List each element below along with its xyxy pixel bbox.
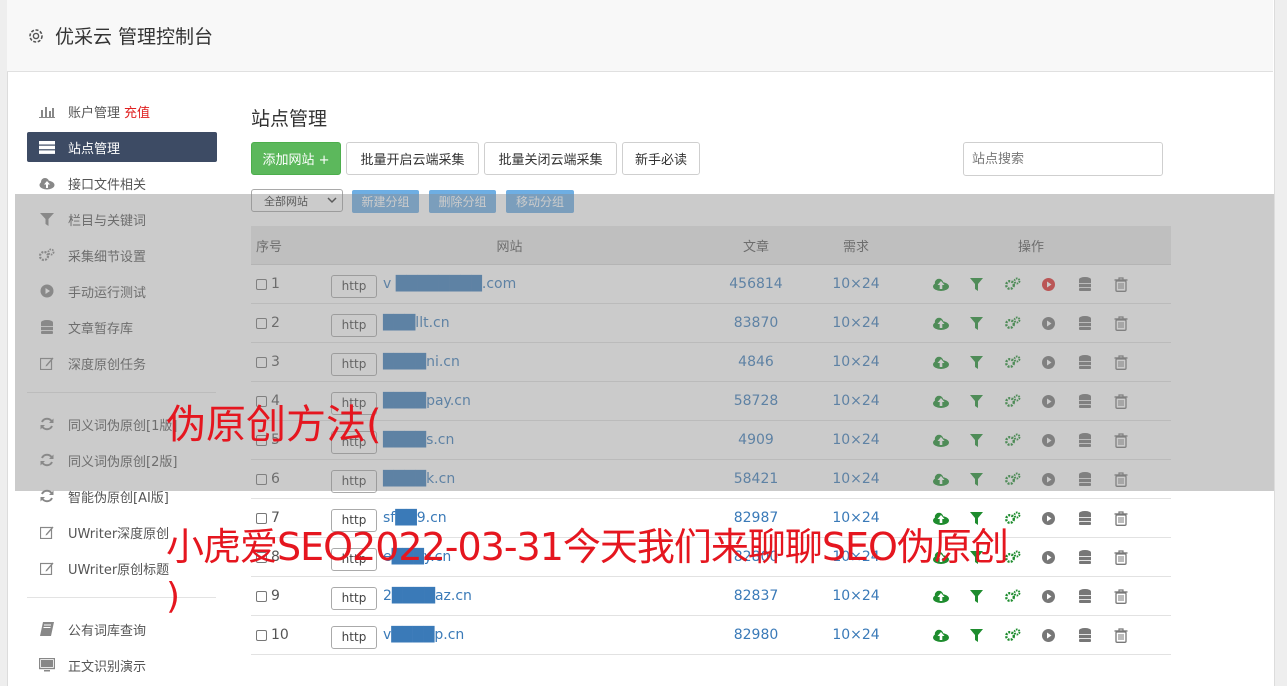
cloud-upload-icon <box>38 176 55 190</box>
sidebar-item-label: UWriter原创标题 <box>68 562 170 578</box>
database-icon[interactable] <box>1075 587 1094 606</box>
row-checkbox[interactable] <box>256 629 267 641</box>
overlay-caption-line2: 小虎爱SEO2022-03-31今天我们来聊聊SEO伪原创 <box>166 525 1009 569</box>
ops-cell <box>896 587 1166 606</box>
top-bar: 优采云 管理控制台 <box>7 0 1273 72</box>
database-icon[interactable] <box>1075 548 1094 567</box>
database-icon[interactable] <box>1075 509 1094 528</box>
site-cell: http v████p.cn <box>323 622 696 649</box>
site-domain[interactable]: 2████az.cn <box>383 588 472 604</box>
table-row: 9 http 2████az.cn 82837 10×24 <box>251 577 1171 616</box>
sidebar-item-sites[interactable]: 站点管理 <box>27 132 217 162</box>
database-icon[interactable] <box>1075 626 1094 645</box>
sidebar-item-label: 正文识别演示 <box>68 659 147 675</box>
sidebar-divider <box>27 597 216 598</box>
demand-value[interactable]: 10×24 <box>816 588 896 604</box>
trash-icon[interactable] <box>1111 587 1130 606</box>
overlay-caption-line3: ) <box>166 576 181 617</box>
site-domain[interactable]: v████p.cn <box>383 627 464 643</box>
play-icon[interactable] <box>1039 626 1058 645</box>
sidebar-item-label: 接口文件相关 <box>68 177 147 193</box>
table-row: 10 http v████p.cn 82980 10×24 <box>251 616 1171 655</box>
article-count[interactable]: 82980 <box>696 627 816 643</box>
server-icon <box>38 140 55 154</box>
sidebar-item-text-recognition[interactable]: 正文识别演示 <box>27 650 217 680</box>
gear-icon <box>27 27 45 45</box>
demand-value[interactable]: 10×24 <box>816 627 896 643</box>
site-search-input[interactable] <box>963 142 1163 176</box>
edit-icon <box>38 525 55 539</box>
play-icon[interactable] <box>1039 587 1058 606</box>
protocol-badge[interactable]: http <box>331 625 377 649</box>
add-site-button[interactable]: 添加网站 + <box>251 142 341 175</box>
cogs-icon[interactable] <box>1003 587 1022 606</box>
filter-icon[interactable] <box>967 587 986 606</box>
batch-open-cloud-button[interactable]: 批量开启云端采集 <box>346 142 479 175</box>
edit-icon <box>38 561 55 575</box>
play-icon[interactable] <box>1039 509 1058 528</box>
protocol-badge[interactable]: http <box>331 586 377 610</box>
newbie-guide-button[interactable]: 新手必读 <box>622 142 700 175</box>
page-title: 站点管理 <box>251 108 328 130</box>
row-number-cell: 9 <box>251 588 323 604</box>
cogs-icon[interactable] <box>1003 626 1022 645</box>
sidebar-item-label: 账户管理 <box>68 105 121 121</box>
overlay-caption-line1: 伪原创方法( <box>166 402 382 448</box>
site-cell: http 2████az.cn <box>323 583 696 610</box>
article-count[interactable]: 82837 <box>696 588 816 604</box>
trash-icon[interactable] <box>1111 626 1130 645</box>
trash-icon[interactable] <box>1111 548 1130 567</box>
sidebar-item-label: 公有词库查询 <box>68 623 147 639</box>
cloud-upload-icon[interactable] <box>931 626 950 645</box>
row-number: 10 <box>271 627 289 643</box>
refresh-icon <box>38 489 55 503</box>
row-number-cell: 10 <box>251 627 323 643</box>
app-title: 优采云 管理控制台 <box>55 26 214 48</box>
monitor-icon <box>38 658 55 672</box>
sidebar-item-label: UWriter深度原创 <box>68 526 170 542</box>
sidebar-item-label: 站点管理 <box>68 141 121 157</box>
ops-cell <box>896 626 1166 645</box>
cloud-upload-icon[interactable] <box>931 587 950 606</box>
play-icon[interactable] <box>1039 548 1058 567</box>
recharge-link[interactable]: 充值 <box>124 102 150 121</box>
row-number: 9 <box>271 588 280 604</box>
bar-chart-icon <box>38 104 55 118</box>
book-icon <box>38 622 55 636</box>
batch-close-cloud-button[interactable]: 批量关闭云端采集 <box>484 142 617 175</box>
sidebar-item-public-lexicon[interactable]: 公有词库查询 <box>27 614 217 644</box>
sidebar-item-account[interactable]: 账户管理 充值 <box>27 96 217 126</box>
row-checkbox[interactable] <box>256 590 267 602</box>
trash-icon[interactable] <box>1111 509 1130 528</box>
filter-icon[interactable] <box>967 626 986 645</box>
